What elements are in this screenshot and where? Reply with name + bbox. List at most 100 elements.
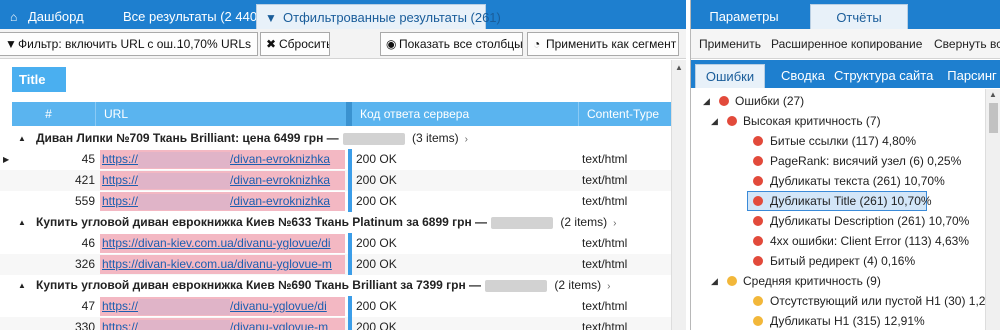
redacted-domain (342, 132, 405, 145)
tab-dashboard[interactable]: ⌂ Дашборд (2, 4, 105, 29)
tree-node[interactable]: PageRank: висячий узел (6) 0,25% (691, 151, 985, 171)
column-header-url[interactable]: URL (96, 102, 350, 126)
tree-node[interactable]: Битый редирект (4) 0,16% (691, 251, 985, 271)
severity-dot-icon (753, 136, 763, 146)
severity-dot-icon (753, 236, 763, 246)
table-row[interactable]: 326 https://divan-kiev.com.ua/divanu-ygl… (0, 254, 686, 275)
table-header: # URL Код ответа сервера Content-Type (12, 102, 674, 126)
redacted-domain (138, 319, 231, 330)
tab-reports[interactable]: Отчёты (810, 4, 908, 29)
filter-button[interactable]: ▼Фильтр: включить URL с ош... 10,70% URL… (0, 32, 258, 56)
severity-dot-icon (753, 316, 763, 326)
tree-node[interactable]: Дубликаты H1 (315) 12,91% (691, 311, 985, 330)
redacted-domain (138, 193, 231, 210)
collapse-all-button[interactable]: Свернуть всё (934, 29, 1000, 58)
severity-dot-icon (753, 256, 763, 266)
severity-dot-icon (727, 276, 737, 286)
filter-icon: ▼ (265, 11, 277, 25)
group-title: Купить угловой диван еврокнижка Киев №69… (36, 278, 611, 292)
expanded-triangle-icon[interactable]: ◢ (711, 111, 718, 131)
collapse-icon[interactable]: ▲ (18, 212, 26, 233)
chevron-right-icon: › (613, 218, 617, 229)
tab-parameters[interactable]: Параметры (691, 4, 797, 29)
tree-node-selected[interactable]: Дубликаты Title (261) 10,70% (747, 191, 932, 211)
apply-segment-button[interactable]: ◔ Применить как сегмент (527, 32, 679, 56)
apply-segment-label: Применить как сегмент (546, 37, 677, 51)
severity-dot-icon (719, 96, 729, 106)
redacted-domain (491, 216, 554, 229)
column-header-status-code[interactable]: Код ответа сервера (352, 102, 579, 126)
tree-node[interactable]: ◢ Средняя критичность (9) (691, 271, 985, 291)
reports-subtabbar: Ошибки Сводка Структура сайта Парсинг (691, 60, 1000, 88)
tree-node[interactable]: Отсутствующий или пустой H1 (30) 1,23% (691, 291, 1000, 311)
results-tabbar: ⌂ Дашборд Все результаты (2 440) ▼ Отфильт… (0, 0, 686, 29)
show-columns-button[interactable]: ◉ Показать все столбцы (380, 32, 523, 56)
group-title: Диван Липки №709 Ткань Brilliant: цена 6… (36, 131, 469, 145)
tree-scrollbar[interactable]: ▲ (985, 89, 1000, 330)
severity-dot-icon (753, 156, 763, 166)
subtab-summary[interactable]: Сводка (769, 64, 837, 88)
url-link[interactable]: https://divan-kiev.com.ua/divanu-yglovue… (100, 255, 345, 274)
table-row[interactable]: 421 https:///divan-evroknizhka 200 OK te… (0, 170, 686, 191)
reports-toolbar: Применить Расширенное копирование Сверну… (691, 29, 1000, 59)
redacted-domain (138, 298, 231, 315)
close-icon: ✖ (266, 37, 277, 51)
scrollbar-thumb[interactable] (989, 103, 998, 133)
tab-all-results[interactable]: Все результаты (2 440) (115, 4, 261, 29)
results-content: Title # URL Код ответа сервера Content-T… (0, 60, 686, 330)
reports-tabbar: Параметры Отчёты (691, 0, 1000, 29)
collapse-icon[interactable]: ▲ (18, 128, 26, 149)
filter-icon: ▼ (5, 37, 17, 51)
redacted-domain (138, 151, 231, 168)
errors-tree: ◢ Ошибки (27) ◢ Высокая критичность (7) … (691, 89, 1000, 330)
redacted-domain (138, 172, 231, 189)
pie-chart-icon: ◔ (533, 37, 541, 51)
filter-label: Фильтр: включить URL с ош... (18, 37, 184, 51)
url-link[interactable]: https:///divanu-yglovue-m (100, 318, 345, 330)
url-link[interactable]: https:///divanu-yglovue/di (100, 297, 345, 316)
tree-node[interactable]: ◢ Ошибки (27) (691, 91, 985, 111)
collapse-icon[interactable]: ▲ (18, 275, 26, 296)
column-header-content-type[interactable]: Content-Type (579, 102, 674, 126)
eye-icon: ◉ (386, 37, 397, 51)
table-row[interactable]: 46 https://divan-kiev.com.ua/divanu-yglo… (0, 233, 686, 254)
home-icon: ⌂ (10, 10, 18, 24)
results-toolbar: ▼Фильтр: включить URL с ош... 10,70% URL… (0, 29, 686, 59)
tab-filtered-label: Отфильтрованные результаты (261) (283, 10, 501, 25)
scroll-up-icon[interactable]: ▲ (989, 90, 997, 99)
table-row[interactable]: 330 https:///divanu-yglovue-m 200 OK tex… (0, 317, 686, 330)
tree-node[interactable]: ◢ Высокая критичность (7) (691, 111, 985, 131)
tree-node[interactable]: Дубликаты текста (261) 10,70% (691, 171, 985, 191)
group-row[interactable]: ▲ Диван Липки №709 Ткань Brilliant: цена… (0, 128, 686, 149)
table-row[interactable]: 559 https:///divan-evroknizhka 200 OK te… (0, 191, 686, 212)
tree-node[interactable]: Дубликаты Description (261) 10,70% (691, 211, 985, 231)
expanded-triangle-icon[interactable]: ◢ (711, 271, 718, 291)
row-pointer-icon: ▶ (3, 155, 10, 164)
table-row[interactable]: ▶ 45 https:///divan-evroknizhka 200 OK t… (0, 149, 686, 170)
scroll-up-icon[interactable]: ▲ (675, 63, 683, 72)
show-columns-label: Показать все столбцы (399, 37, 523, 51)
url-link[interactable]: https:///divan-evroknizhka (100, 171, 345, 190)
subtab-parsing[interactable]: Парсинг (943, 64, 1000, 88)
severity-dot-icon (727, 116, 737, 126)
subtab-errors[interactable]: Ошибки (695, 64, 765, 88)
url-link[interactable]: https:///divan-evroknizhka (100, 150, 345, 169)
column-header-num[interactable]: # (12, 102, 96, 126)
tree-node[interactable]: 4xx ошибки: Client Error (113) 4,63% (691, 231, 985, 251)
severity-dot-icon (753, 216, 763, 226)
url-link[interactable]: https://divan-kiev.com.ua/divanu-yglovue… (100, 234, 345, 253)
tree-node[interactable]: Битые ссылки (117) 4,80% (691, 131, 985, 151)
advanced-copy-button[interactable]: Расширенное копирование (771, 29, 922, 58)
severity-dot-icon (753, 176, 763, 186)
group-row[interactable]: ▲ Купить угловой диван еврокнижка Киев №… (0, 212, 686, 233)
subtab-site-structure[interactable]: Структура сайта (834, 64, 933, 88)
tab-filtered-results[interactable]: ▼ Отфильтрованные результаты (261) (256, 4, 501, 29)
apply-button[interactable]: Применить (699, 29, 761, 58)
group-row[interactable]: ▲ Купить угловой диван еврокнижка Киев №… (0, 275, 686, 296)
url-link[interactable]: https:///divan-evroknizhka (100, 192, 345, 211)
expanded-triangle-icon[interactable]: ◢ (703, 91, 710, 111)
table-row[interactable]: 47 https:///divanu-yglovue/di 200 OK tex… (0, 296, 686, 317)
tab-all-results-label: Все результаты (2 440) (123, 9, 262, 24)
reset-button[interactable]: ✖ Сбросить (260, 32, 330, 56)
results-scrollbar[interactable]: ▲ (671, 60, 686, 330)
